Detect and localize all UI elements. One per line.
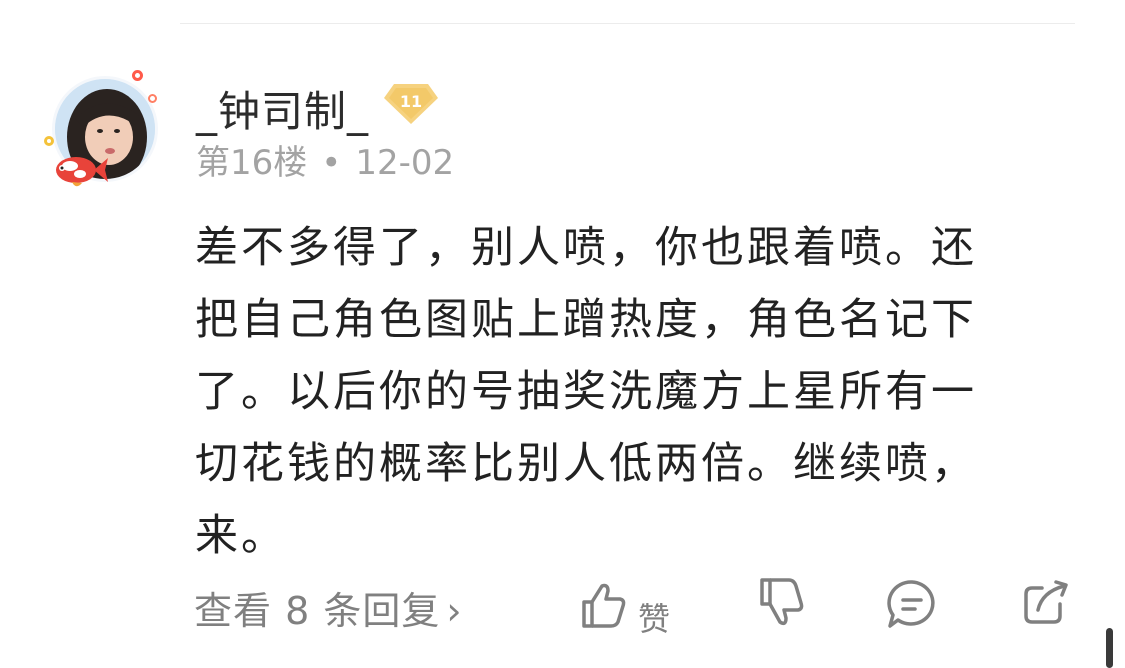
avatar[interactable] <box>44 70 164 194</box>
comment-date: 12-02 <box>355 143 455 183</box>
thumb-down-icon <box>760 578 804 626</box>
comment-meta: 第16楼 • 12-02 <box>196 135 454 184</box>
decor-circle <box>148 94 157 103</box>
thumb-up-icon <box>582 583 626 628</box>
comment-line: 切花钱的概率比别人低两倍。继续喷， <box>195 439 977 489</box>
level-badge-icon: 11 <box>382 82 440 126</box>
view-replies-label: 查看 8 条回复 <box>194 589 441 633</box>
like-button[interactable]: 赞 <box>578 576 678 638</box>
decor-circle <box>44 136 54 146</box>
scrollbar[interactable] <box>1106 628 1113 668</box>
comment-line: 把自己角色图贴上蹭热度，角色名记下 <box>195 295 977 345</box>
floor-number: 第16楼 <box>196 143 308 183</box>
comment-button[interactable] <box>884 576 940 632</box>
decor-circle <box>132 70 143 81</box>
top-divider <box>180 23 1075 24</box>
view-replies-link[interactable]: 查看 8 条回复 › <box>194 580 463 635</box>
koi-icon <box>56 157 108 187</box>
comment-line: 差不多得了，别人喷，你也跟着喷。还 <box>195 223 977 273</box>
dislike-button[interactable] <box>756 576 806 636</box>
chevron-right-icon: › <box>446 589 463 633</box>
comment-body: 差不多得了，别人喷，你也跟着喷。还 把自己角色图贴上蹭热度，角色名记下 了。以后… <box>195 212 1055 572</box>
share-button[interactable] <box>1020 576 1072 628</box>
like-label: 赞 <box>638 600 671 638</box>
comment-icon <box>887 580 935 628</box>
comment-line: 来。 <box>195 511 287 561</box>
comment-line: 了。以后你的号抽奖洗魔方上星所有一 <box>195 367 977 417</box>
meta-separator: • <box>321 143 342 183</box>
share-icon <box>1024 580 1068 624</box>
level-number: 11 <box>399 92 423 111</box>
username[interactable]: _钟司制_ <box>196 78 369 139</box>
